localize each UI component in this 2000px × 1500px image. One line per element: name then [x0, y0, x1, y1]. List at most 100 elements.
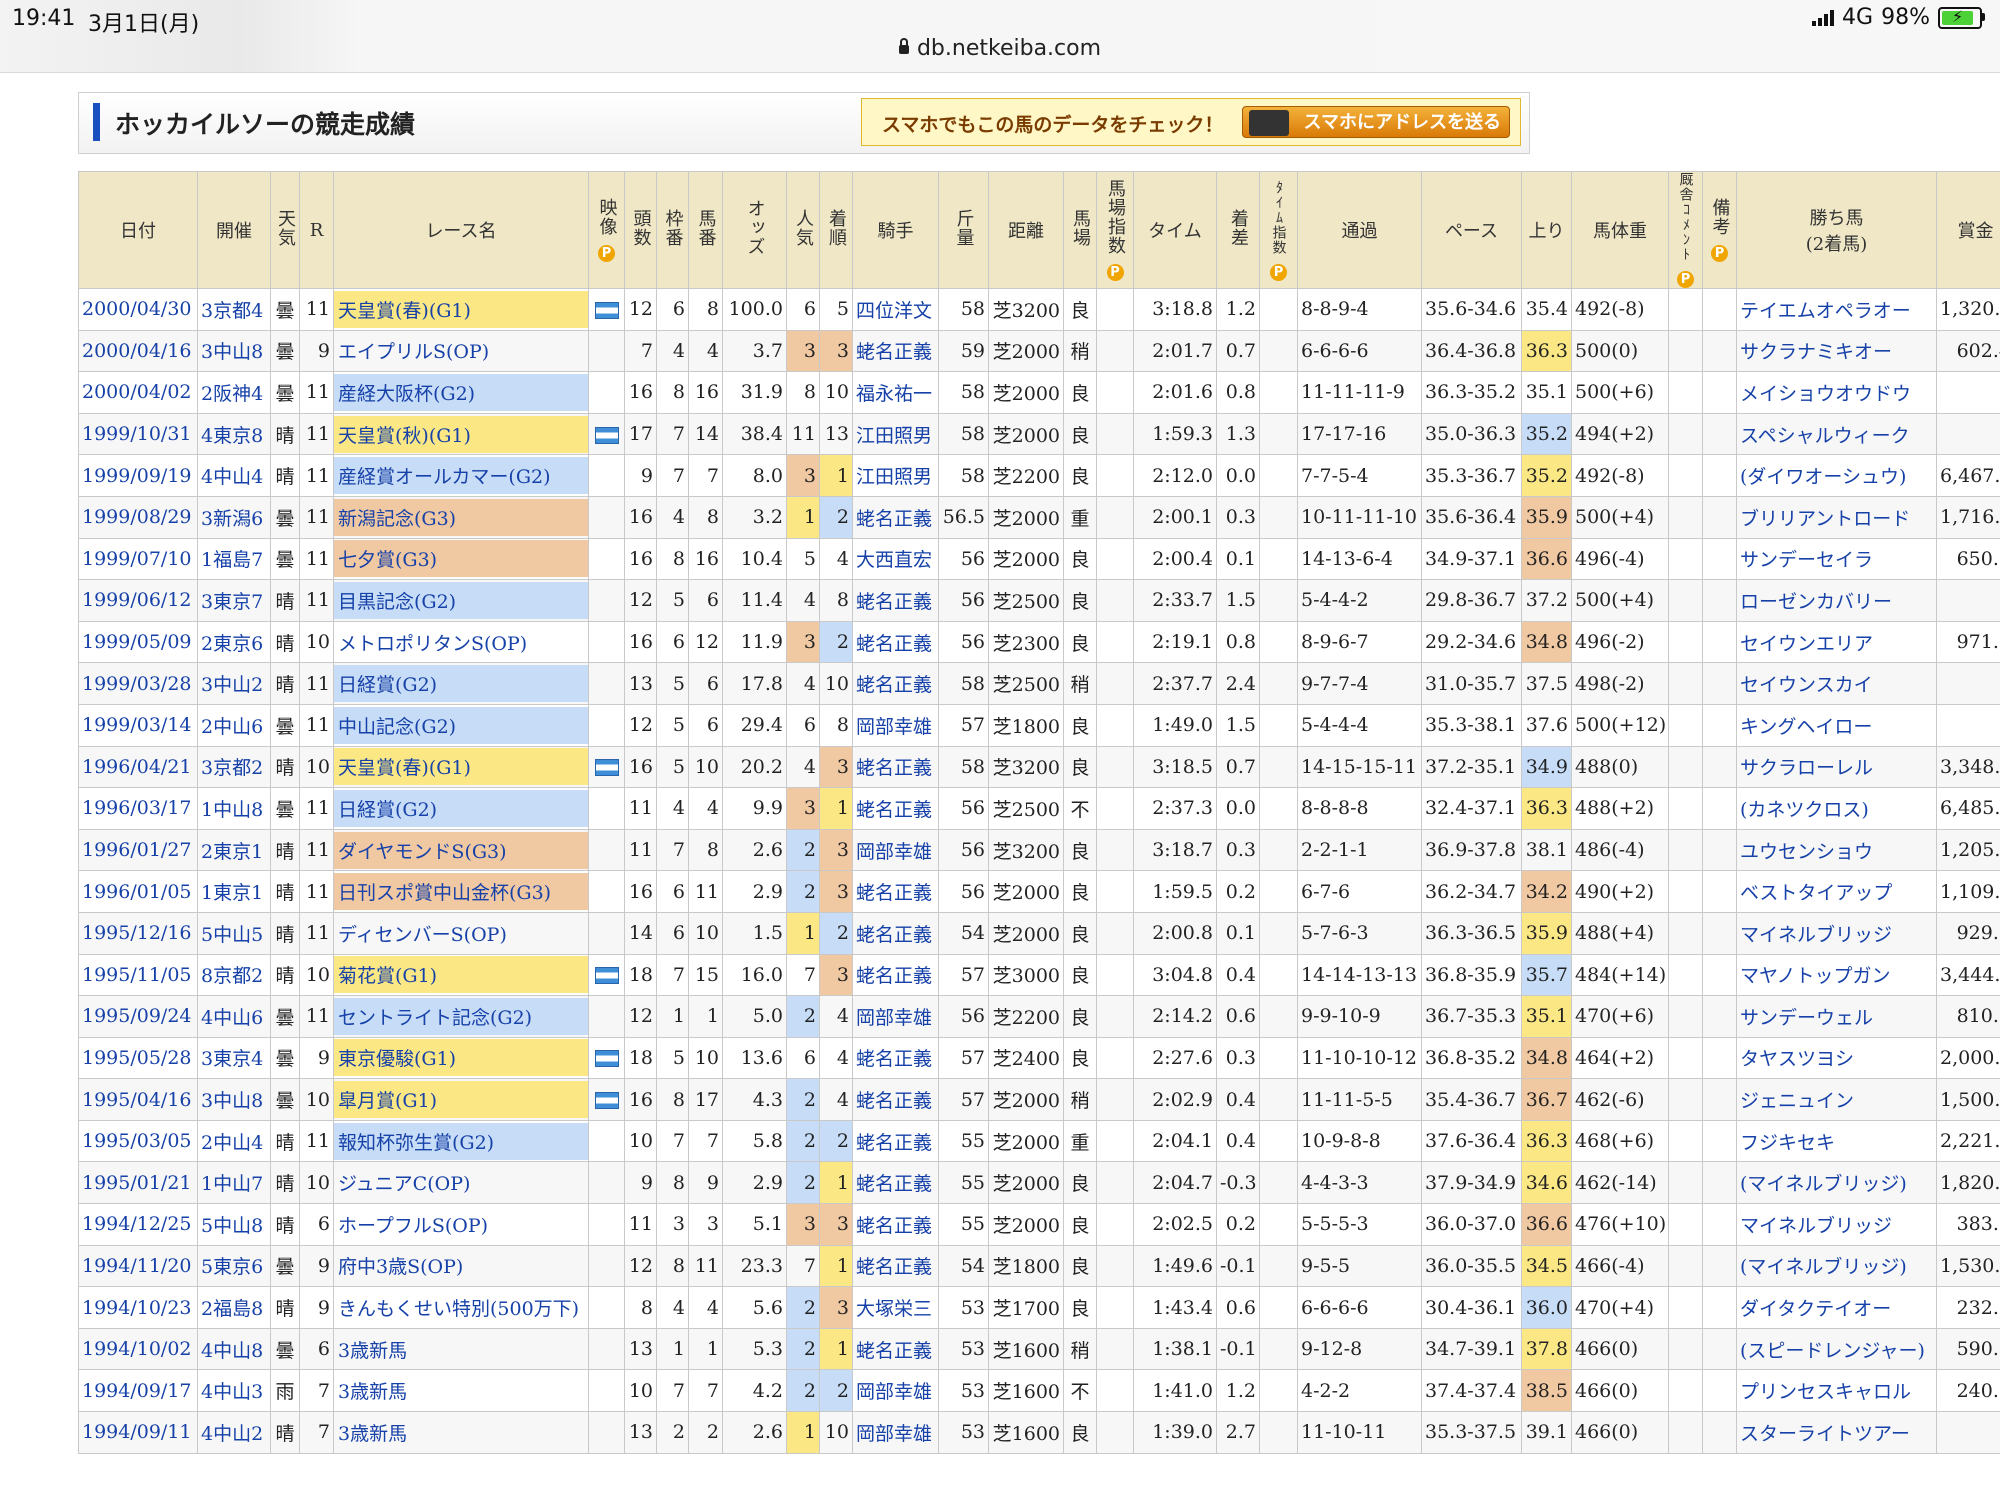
cell-勝ち馬[interactable]: ブリリアントロード: [1736, 495, 1937, 539]
winner-link[interactable]: セイウンスカイ: [1740, 674, 1873, 696]
cell-騎手[interactable]: 蛯名正義: [852, 870, 939, 913]
venue-link[interactable]: 8京都2: [201, 965, 263, 987]
race-name-link[interactable]: 新潟記念(G3): [334, 498, 588, 536]
race-name-link[interactable]: 天皇賞(春)(G1): [334, 290, 588, 328]
video-icon[interactable]: [594, 1050, 619, 1068]
venue-link[interactable]: 3東京7: [201, 591, 263, 613]
cell-レース名[interactable]: メトロポリタンS(OP): [333, 620, 589, 664]
cell-日付[interactable]: 1994/11/20: [78, 1244, 198, 1288]
cell-日付[interactable]: 1995/04/16: [78, 1078, 198, 1121]
cell-開催[interactable]: 3東京7: [197, 579, 271, 622]
race-name-link[interactable]: 報知杯弥生賞(G2): [334, 1122, 588, 1160]
venue-link[interactable]: 2中山6: [201, 716, 263, 738]
winner-link[interactable]: セイウンエリア: [1740, 633, 1873, 655]
winner-link[interactable]: マヤノトップガン: [1740, 965, 1890, 987]
race-name-link[interactable]: 3歳新馬: [335, 1372, 588, 1409]
cell-勝ち馬[interactable]: ベストタイアップ: [1736, 870, 1937, 913]
cell-開催[interactable]: 3中山2: [197, 662, 271, 705]
jockey-link[interactable]: 蛯名正義: [856, 508, 932, 530]
date-link[interactable]: 2000/04/02: [82, 381, 192, 403]
cell-開催[interactable]: 4中山6: [197, 995, 271, 1038]
cell-映像[interactable]: [588, 953, 625, 997]
jockey-link[interactable]: 四位洋文: [856, 300, 932, 322]
winner-link[interactable]: (マイネルブリッジ): [1740, 1173, 1907, 1195]
cell-騎手[interactable]: 蛯名正義: [852, 495, 939, 539]
cell-勝ち馬[interactable]: セイウンスカイ: [1736, 662, 1937, 705]
venue-link[interactable]: 1東京1: [201, 882, 263, 904]
venue-link[interactable]: 3京都4: [201, 300, 263, 322]
cell-日付[interactable]: 2000/04/16: [78, 329, 198, 373]
venue-link[interactable]: 1中山8: [201, 799, 263, 821]
venue-link[interactable]: 1中山7: [201, 1173, 263, 1195]
cell-日付[interactable]: 1999/09/19: [78, 454, 198, 497]
cell-日付[interactable]: 1995/01/21: [78, 1161, 198, 1205]
date-link[interactable]: 1994/10/02: [82, 1338, 192, 1360]
promo-banner[interactable]: スマホでもこの馬のデータをチェック！ スマホにアドレスを送る: [861, 98, 1521, 146]
jockey-link[interactable]: 岡部幸雄: [856, 1381, 932, 1403]
cell-騎手[interactable]: 江田照男: [852, 412, 939, 456]
cell-開催[interactable]: 1中山8: [197, 787, 271, 830]
cell-騎手[interactable]: 大塚栄三: [852, 1286, 939, 1329]
jockey-link[interactable]: 蛯名正義: [856, 674, 932, 696]
cell-レース名[interactable]: 府中3歳S(OP): [333, 1244, 589, 1288]
venue-link[interactable]: 2東京1: [201, 841, 263, 863]
venue-link[interactable]: 4中山3: [201, 1381, 263, 1403]
cell-開催[interactable]: 3京都2: [197, 745, 271, 789]
date-link[interactable]: 1995/12/16: [82, 922, 192, 944]
venue-link[interactable]: 3新潟6: [201, 508, 263, 530]
winner-link[interactable]: フジキセキ: [1740, 1132, 1835, 1154]
cell-開催[interactable]: 2阪神4: [197, 371, 271, 414]
cell-レース名[interactable]: 3歳新馬: [333, 1327, 589, 1371]
cell-勝ち馬[interactable]: タヤスツヨシ: [1736, 1036, 1937, 1080]
race-name-link[interactable]: 日経賞(G2): [334, 789, 588, 827]
winner-link[interactable]: メイショウオウドウ: [1740, 383, 1911, 405]
winner-link[interactable]: サンデーウェル: [1740, 1007, 1873, 1029]
cell-勝ち馬[interactable]: ダイタクテイオー: [1736, 1286, 1937, 1329]
cell-開催[interactable]: 1中山7: [197, 1161, 271, 1205]
venue-link[interactable]: 1福島7: [201, 549, 263, 571]
race-name-link[interactable]: 日経賞(G2): [334, 665, 588, 703]
winner-link[interactable]: ローゼンカバリー: [1740, 591, 1892, 613]
cell-勝ち馬[interactable]: マイネルブリッジ: [1736, 1203, 1937, 1246]
jockey-link[interactable]: 蛯名正義: [856, 1090, 932, 1112]
cell-レース名[interactable]: 天皇賞(秋)(G1): [333, 412, 589, 456]
cell-勝ち馬[interactable]: ジェニュイン: [1736, 1078, 1937, 1121]
cell-レース名[interactable]: 産経賞オールカマー(G2): [333, 454, 589, 497]
video-icon[interactable]: [594, 967, 619, 985]
date-link[interactable]: 1999/05/09: [82, 631, 192, 653]
winner-link[interactable]: ジェニュイン: [1740, 1090, 1854, 1112]
race-name-link[interactable]: 3歳新馬: [335, 1331, 588, 1368]
cell-映像[interactable]: [588, 745, 625, 789]
jockey-link[interactable]: 蛯名正義: [856, 965, 932, 987]
cell-日付[interactable]: 1995/12/16: [78, 911, 198, 955]
cell-日付[interactable]: 1995/09/24: [78, 995, 198, 1038]
jockey-link[interactable]: 蛯名正義: [856, 1340, 932, 1362]
cell-レース名[interactable]: 菊花賞(G1): [333, 953, 589, 997]
cell-勝ち馬[interactable]: サンデーセイラ: [1736, 537, 1937, 581]
date-link[interactable]: 1994/12/25: [82, 1213, 192, 1235]
cell-日付[interactable]: 1999/05/09: [78, 620, 198, 664]
cell-開催[interactable]: 2中山6: [197, 703, 271, 747]
race-name-link[interactable]: きんもくせい特別(500万下): [335, 1289, 588, 1326]
cell-騎手[interactable]: 蛯名正義: [852, 1327, 939, 1371]
winner-link[interactable]: ブリリアントロード: [1740, 508, 1910, 530]
venue-link[interactable]: 5中山8: [201, 1215, 263, 1237]
cell-日付[interactable]: 1996/04/21: [78, 745, 198, 789]
cell-レース名[interactable]: きんもくせい特別(500万下): [333, 1286, 589, 1329]
cell-騎手[interactable]: 四位洋文: [852, 288, 939, 331]
cell-騎手[interactable]: 蛯名正義: [852, 953, 939, 997]
winner-link[interactable]: サンデーセイラ: [1740, 549, 1873, 571]
cell-レース名[interactable]: 皐月賞(G1): [333, 1078, 589, 1121]
cell-騎手[interactable]: 蛯名正義: [852, 1119, 939, 1163]
race-name-link[interactable]: 皐月賞(G1): [334, 1081, 588, 1119]
date-link[interactable]: 1994/09/17: [82, 1380, 192, 1402]
cell-開催[interactable]: 4中山4: [197, 454, 271, 497]
cell-騎手[interactable]: 蛯名正義: [852, 1036, 939, 1080]
jockey-link[interactable]: 蛯名正義: [856, 591, 932, 613]
jockey-link[interactable]: 岡部幸雄: [856, 716, 932, 738]
cell-勝ち馬[interactable]: (マイネルブリッジ): [1736, 1161, 1937, 1205]
venue-link[interactable]: 2福島8: [201, 1298, 263, 1320]
date-link[interactable]: 1999/10/31: [82, 423, 192, 445]
cell-日付[interactable]: 1994/09/17: [78, 1369, 198, 1413]
cell-レース名[interactable]: 目黒記念(G2): [333, 579, 589, 622]
